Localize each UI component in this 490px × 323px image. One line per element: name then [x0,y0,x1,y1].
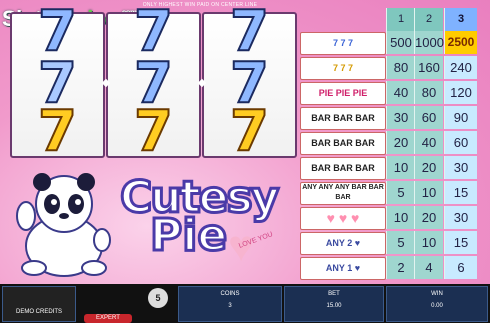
payout-cell: 80 [386,56,415,79]
payout-cell: 5 [386,231,415,254]
payout-cell: 40 [414,131,443,154]
payout-cell: 240 [444,56,477,79]
game-title-line2: Pie [148,209,228,263]
payout-cell: 30 [386,106,415,129]
payout-cell: 80 [414,81,443,104]
payout-cell: 6 [444,256,477,279]
payout-cell: 10 [414,181,443,204]
paytable-symbols: 7 7 7 [300,32,386,55]
jackpot-cell: 2500 [444,31,477,54]
coins-label: COINS [220,291,240,297]
bet-label: BET [328,291,340,297]
expert-button[interactable]: EXPERT [84,314,132,323]
paytable-symbols: BAR BAR BAR [300,132,386,155]
reel-3: 7 7 7 [202,1,297,163]
paytable-col-3: 3 [444,8,477,31]
coin-chip-button[interactable]: 5 [148,288,168,308]
reel-1: 7 7 7 [10,1,105,163]
payout-cell: 20 [414,156,443,179]
payout-cell: 30 [444,156,477,179]
bet-value: 15.00 [326,303,342,309]
win-value: 0.00 [431,303,443,309]
payout-cell: 60 [444,131,477,154]
credits-panel: DEMO CREDITS [2,286,76,322]
payout-cell: 1000 [414,31,444,54]
paytable-col-1: 1 [386,8,415,31]
paytable-symbols: ANY 1 ♥ [300,257,386,280]
payout-cell: 500 [386,31,415,54]
paytable-row: BAR BAR BAR 20 40 60 [300,131,478,155]
payout-cell: 90 [444,106,477,129]
paytable-col-2: 2 [414,8,443,31]
paytable-symbols: ANY 2 ♥ [300,232,386,255]
payout-cell: 2 [386,256,415,279]
game-stage: SlotCatalog .com ONLY HIGHEST WIN PAID O… [0,0,490,323]
paytable-row: ANY ANY ANY BAR BAR BAR 5 10 15 [300,181,478,205]
paytable-row: PIE PIE PIE 40 80 120 [300,81,478,105]
paytable-header: 1 2 3 [300,8,478,31]
paytable: 1 2 3 7 7 7 500 1000 2500 7 7 7 80 160 2… [300,8,478,280]
paytable-row: 7 7 7 80 160 240 [300,56,478,80]
coins-panel: COINS 3 [178,286,282,322]
demo-credits-label: DEMO CREDITS [15,309,62,315]
payout-cell: 160 [414,56,443,79]
control-bar: DEMO CREDITS EXPERT 5 COINS 3 BET 15.00 … [0,284,490,323]
reel-1-symbol-bottom: 7 [37,99,78,164]
paytable-symbols: ANY ANY ANY BAR BAR BAR [300,182,386,205]
paytable-row: ANY 1 ♥ 2 4 6 [300,256,478,280]
reel-2-symbol-bottom: 7 [133,99,174,164]
payout-cell: 4 [414,256,443,279]
win-panel: WIN 0.00 [386,286,488,322]
payout-cell: 15 [444,181,477,204]
reel-3-symbol-bottom: 7 [229,99,270,164]
paytable-symbols: BAR BAR BAR [300,107,386,130]
reel-2: 7 7 7 [106,1,201,163]
coins-value: 3 [228,303,232,309]
payout-cell: 15 [444,231,477,254]
paytable-symbols: ♥ ♥ ♥ [300,207,386,230]
panda-mascot [16,173,111,277]
bet-panel: BET 15.00 [284,286,384,322]
payout-cell: 40 [386,81,415,104]
paytable-row: ♥ ♥ ♥ 10 20 30 [300,206,478,230]
payout-cell: 20 [386,131,415,154]
paytable-symbols: 7 7 7 [300,57,386,80]
payout-cell: 30 [444,206,477,229]
payout-cell: 5 [386,181,415,204]
payout-cell: 60 [414,106,443,129]
payout-cell: 10 [386,156,415,179]
paytable-row: ANY 2 ♥ 5 10 15 [300,231,478,255]
payout-cell: 20 [414,206,443,229]
paytable-row: 7 7 7 500 1000 2500 [300,31,478,55]
paytable-row: BAR BAR BAR 30 60 90 [300,106,478,130]
paytable-row: BAR BAR BAR 10 20 30 [300,156,478,180]
paytable-symbols: BAR BAR BAR [300,157,386,180]
payout-cell: 10 [386,206,415,229]
win-label: WIN [431,291,443,297]
payout-cell: 120 [444,81,477,104]
payout-cell: 10 [414,231,443,254]
paytable-symbols: PIE PIE PIE [300,82,386,105]
